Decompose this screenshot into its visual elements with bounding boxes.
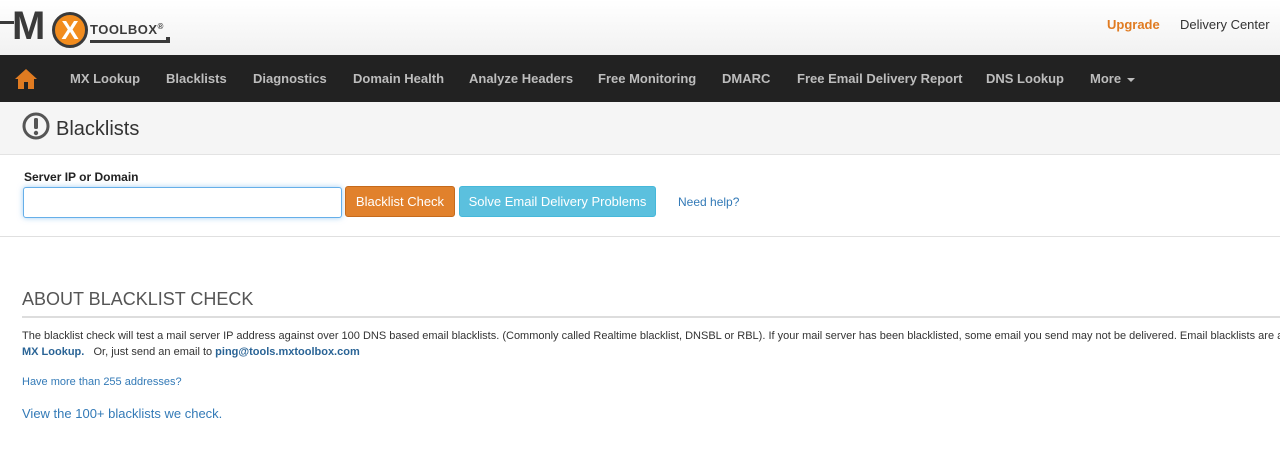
nav-item-analyze-headers[interactable]: Analyze Headers bbox=[469, 71, 573, 86]
page-title: Blacklists bbox=[56, 118, 140, 140]
nav-item-mx-lookup[interactable]: MX Lookup bbox=[70, 71, 140, 86]
nav-item-blacklists[interactable]: Blacklists bbox=[166, 71, 227, 86]
delivery-center-link[interactable]: Delivery Center bbox=[1180, 17, 1270, 32]
about-rule bbox=[22, 316, 1280, 318]
about-line-2: MX Lookup. Or, just send an email to pin… bbox=[22, 346, 360, 358]
mx-lookup-link[interactable]: MX Lookup. bbox=[22, 346, 84, 358]
nav-item-free-email-delivery-report[interactable]: Free Email Delivery Report bbox=[797, 71, 962, 86]
solve-email-delivery-button[interactable]: Solve Email Delivery Problems bbox=[459, 186, 656, 217]
server-ip-label: Server IP or Domain bbox=[24, 170, 139, 184]
section-divider bbox=[0, 236, 1280, 237]
nav-item-free-monitoring[interactable]: Free Monitoring bbox=[598, 71, 696, 86]
nav-item-dns-lookup[interactable]: DNS Lookup bbox=[986, 71, 1064, 86]
home-icon[interactable] bbox=[14, 68, 38, 90]
logo-x-circle: X bbox=[52, 12, 88, 48]
about-paragraph: The blacklist check will test a mail ser… bbox=[22, 330, 1280, 342]
logo-reg-mark: ® bbox=[157, 22, 164, 31]
caret-down-icon bbox=[1127, 77, 1136, 82]
logo-toolbox-word: TOOLBOX bbox=[90, 22, 158, 37]
site-header: M X TOOLBOX® Upgrade Delivery Center bbox=[0, 0, 1280, 55]
need-help-link[interactable]: Need help? bbox=[678, 195, 739, 209]
view-blacklists-link[interactable]: View the 100+ blacklists we check. bbox=[22, 406, 222, 421]
logo-mx: M bbox=[12, 4, 45, 48]
page-title-band: Blacklists bbox=[0, 102, 1280, 155]
nav-more-label: More bbox=[1090, 71, 1122, 86]
upgrade-link[interactable]: Upgrade bbox=[1107, 17, 1160, 32]
logo-underline bbox=[90, 37, 170, 43]
ping-email-link[interactable]: ping@tools.mxtoolbox.com bbox=[215, 346, 360, 358]
nav-item-domain-health[interactable]: Domain Health bbox=[353, 71, 444, 86]
blacklist-check-button[interactable]: Blacklist Check bbox=[345, 186, 455, 217]
logo-toolbox-text: TOOLBOX® bbox=[90, 22, 164, 37]
server-ip-input[interactable] bbox=[23, 187, 342, 218]
about-line-2-text: Or, just send an email to bbox=[84, 346, 216, 358]
exclamation-circle-icon bbox=[22, 112, 50, 140]
nav-item-diagnostics[interactable]: Diagnostics bbox=[253, 71, 327, 86]
nav-item-more[interactable]: More bbox=[1090, 71, 1136, 86]
mxtoolbox-logo[interactable]: M X TOOLBOX® bbox=[0, 4, 180, 48]
nav-item-dmarc[interactable]: DMARC bbox=[722, 71, 770, 86]
main-nav: MX Lookup Blacklists Diagnostics Domain … bbox=[0, 55, 1280, 102]
more-addresses-link[interactable]: Have more than 255 addresses? bbox=[22, 376, 182, 388]
about-title: ABOUT BLACKLIST CHECK bbox=[22, 289, 254, 309]
